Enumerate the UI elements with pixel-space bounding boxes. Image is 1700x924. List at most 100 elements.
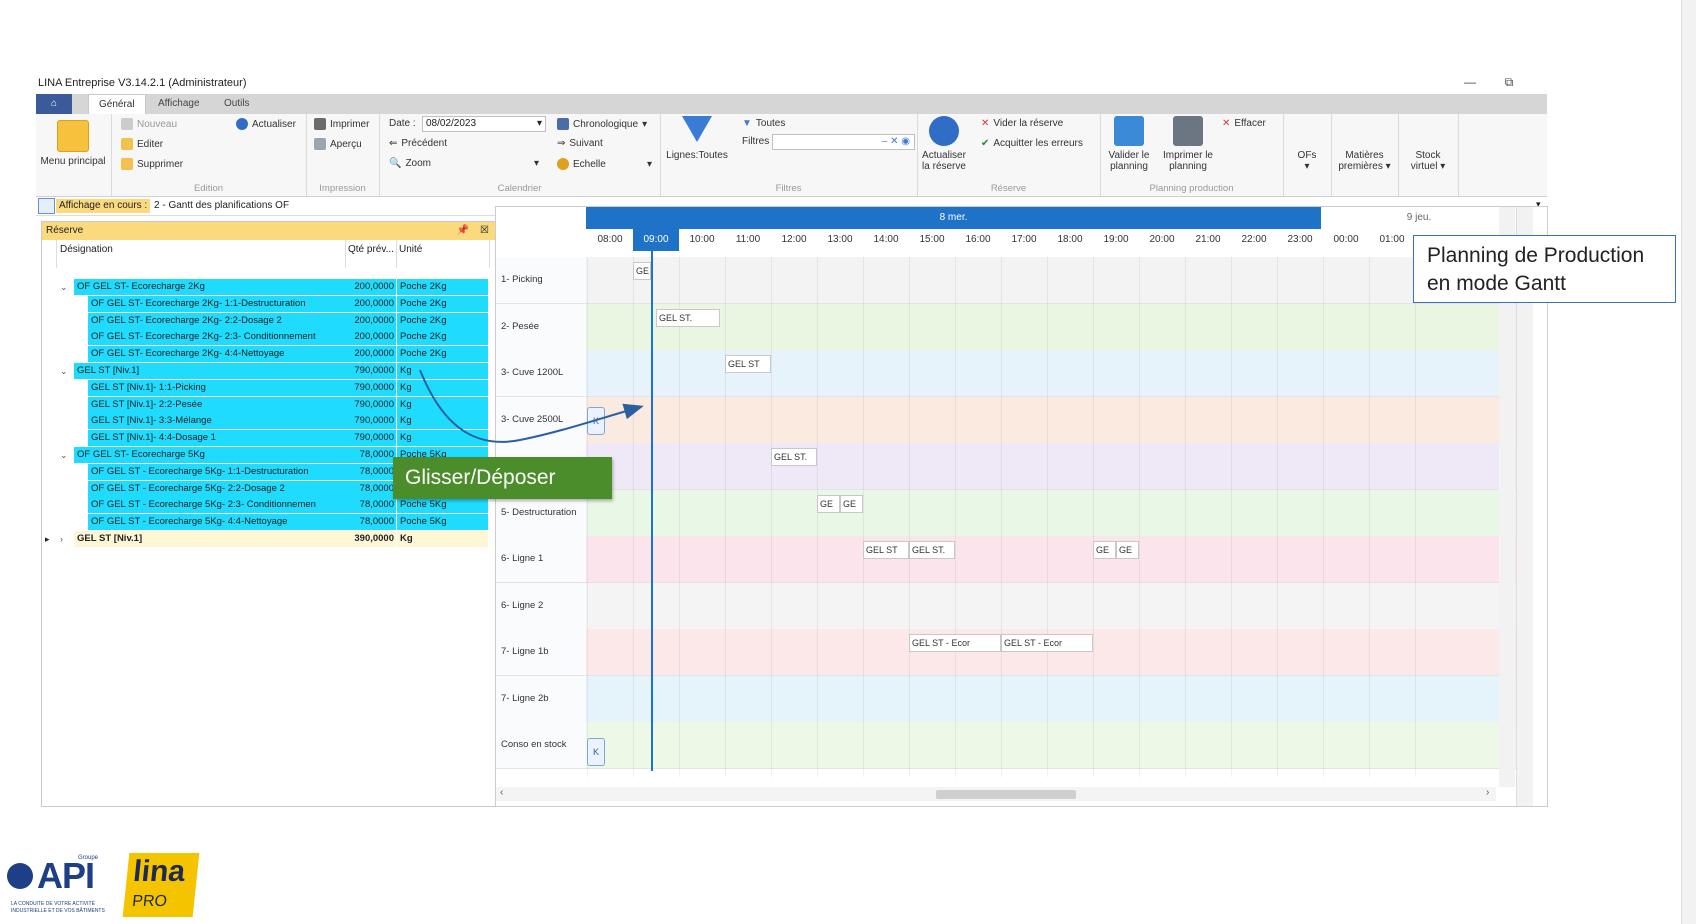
expand-icon[interactable] bbox=[60, 296, 74, 312]
home-tab[interactable]: ⌂ bbox=[36, 94, 72, 114]
editer-button[interactable]: Editer bbox=[121, 138, 163, 150]
gantt-task[interactable]: GEL ST. bbox=[656, 308, 721, 327]
echelle-button[interactable]: Echelle ▾ bbox=[557, 158, 652, 170]
affichage-value[interactable]: 2 - Gantt des planifications OF bbox=[154, 198, 289, 214]
lignes-filter-button[interactable]: Lignes:Toutes bbox=[664, 116, 730, 161]
gantt-lane[interactable]: 5- Destructuration˄˅ bbox=[496, 489, 1516, 537]
menu-principal-button[interactable]: Menu principal bbox=[38, 120, 108, 167]
col-unite[interactable]: Unité bbox=[396, 240, 490, 268]
imprimer-planning-button[interactable]: Imprimer le planning bbox=[1158, 116, 1218, 172]
chevron-right-icon[interactable]: › bbox=[1486, 787, 1489, 798]
tab-general[interactable]: Général bbox=[88, 94, 146, 115]
scroll-thumb[interactable] bbox=[936, 790, 1076, 799]
expand-icon[interactable]: › bbox=[60, 531, 74, 547]
expand-icon[interactable] bbox=[60, 430, 74, 446]
zoom-button[interactable]: 🔍 Zoom ▾ bbox=[389, 158, 539, 169]
gantt-task[interactable]: GE bbox=[840, 494, 863, 513]
gantt-lane[interactable]: ˄˅ bbox=[496, 443, 1516, 490]
expand-icon[interactable] bbox=[60, 313, 74, 329]
expand-icon[interactable] bbox=[60, 497, 74, 513]
close-icon[interactable]: ☒ bbox=[480, 222, 489, 240]
vider-reserve-button[interactable]: ✕ Vider la réserve bbox=[981, 118, 1063, 129]
effacer-button[interactable]: ✕ Effacer bbox=[1222, 118, 1266, 129]
valider-planning-button[interactable]: Valider le planning bbox=[1104, 116, 1154, 172]
tab-affichage[interactable]: Affichage bbox=[148, 94, 210, 114]
nouveau-button[interactable]: Nouveau bbox=[121, 118, 177, 130]
expand-icon[interactable] bbox=[60, 514, 74, 530]
expand-icon[interactable] bbox=[60, 481, 74, 497]
reserve-row[interactable]: GEL ST [Niv.1]- 2:2-Pesée 790,0000 Kg bbox=[42, 396, 495, 413]
minimize-button[interactable]: — bbox=[1455, 72, 1485, 92]
imprimer-button[interactable]: Imprimer bbox=[314, 118, 369, 130]
clear-filter-icon[interactable]: – ✕ ◉ bbox=[882, 135, 910, 149]
gantt-task[interactable]: GEL ST. bbox=[909, 541, 955, 559]
gantt-lane[interactable]: 3- Cuve 1200L˄˅ bbox=[496, 350, 1516, 397]
gantt-lane[interactable]: 3- Cuve 2500L˄˅ bbox=[496, 396, 1516, 444]
gantt-task[interactable]: GE bbox=[633, 262, 652, 280]
expand-icon[interactable] bbox=[60, 380, 74, 396]
reserve-row[interactable]: OF GEL ST - Ecorecharge 5Kg- 2:3- Condit… bbox=[42, 497, 495, 514]
funnel-icon bbox=[682, 116, 712, 142]
ofs-button[interactable]: OFs ▾ bbox=[1283, 150, 1331, 172]
pin-icon[interactable]: 📌 bbox=[457, 222, 469, 240]
suivant-button[interactable]: ⇒ Suivant bbox=[557, 138, 603, 149]
col-qte[interactable]: Qté prév... bbox=[345, 240, 397, 268]
tab-outils[interactable]: Outils bbox=[214, 94, 260, 114]
hour-label: 18:00 bbox=[1057, 234, 1083, 245]
actualiser-button[interactable]: Actualiser bbox=[236, 118, 296, 130]
horizontal-scrollbar[interactable]: ‹ › bbox=[496, 787, 1496, 801]
reserve-row[interactable]: OF GEL ST- Ecorecharge 2Kg- 4:4-Nettoyag… bbox=[42, 346, 495, 363]
expand-icon[interactable]: ⌄ bbox=[60, 363, 74, 379]
gantt-task[interactable]: GEL ST - Ecor bbox=[1001, 634, 1093, 652]
acquitter-button[interactable]: ✔ Acquitter les erreurs bbox=[981, 138, 1083, 149]
reserve-row[interactable]: ⌄ OF GEL ST- Ecorecharge 2Kg 200,0000 Poche… bbox=[42, 279, 495, 295]
reserve-row[interactable]: OF GEL ST- Ecorecharge 2Kg- 2:2-Dosage 2… bbox=[42, 312, 495, 329]
reserve-row[interactable]: OF GEL ST - Ecorecharge 5Kg- 4:4-Nettoya… bbox=[42, 514, 495, 531]
gantt-task[interactable]: GEL ST bbox=[863, 541, 909, 559]
lane-label: 7- Ligne 2b bbox=[501, 692, 549, 704]
gantt-task[interactable]: GEL ST. bbox=[771, 448, 817, 466]
expand-icon[interactable] bbox=[60, 346, 74, 362]
toutes-filter-button[interactable]: ▼ Toutes bbox=[742, 118, 785, 129]
reserve-row[interactable]: GEL ST [Niv.1]- 4:4-Dosage 1 790,0000 Kg bbox=[42, 430, 495, 447]
collapse-button[interactable]: K bbox=[587, 407, 605, 435]
gantt-lane[interactable]: 6- Ligne 2˄˅ bbox=[496, 582, 1516, 630]
filtres-input[interactable]: – ✕ ◉ bbox=[772, 134, 915, 150]
gantt-lane[interactable]: 6- Ligne 1˄˅ bbox=[496, 536, 1516, 583]
reserve-row[interactable]: ⌄ GEL ST [Niv.1] 790,0000 Kg bbox=[42, 363, 495, 379]
gantt-task[interactable]: GEL ST - Ecor bbox=[909, 634, 1001, 652]
matieres-button[interactable]: Matières premières ▾ bbox=[1331, 150, 1398, 172]
restore-button[interactable]: ⧉ bbox=[1494, 72, 1524, 92]
chevron-left-icon[interactable]: ‹ bbox=[500, 787, 503, 798]
gantt-lane[interactable]: 7- Ligne 2b˄˅ bbox=[496, 675, 1516, 723]
expand-icon[interactable] bbox=[60, 329, 74, 345]
reserve-row[interactable]: GEL ST [Niv.1]- 3:3-Mélange 790,0000 Kg bbox=[42, 413, 495, 430]
expand-icon[interactable] bbox=[60, 464, 74, 480]
gantt-task[interactable]: GE bbox=[817, 494, 840, 513]
lane-label: 2- Pesée bbox=[501, 320, 540, 332]
collapse-button[interactable]: K bbox=[587, 738, 605, 766]
reserve-row[interactable]: GEL ST [Niv.1]- 1:1-Picking 790,0000 Kg bbox=[42, 379, 495, 396]
expand-icon[interactable] bbox=[60, 397, 74, 413]
expand-icon[interactable]: ⌄ bbox=[60, 447, 74, 463]
col-designation[interactable]: Désignation bbox=[56, 240, 346, 268]
reserve-row[interactable]: › GEL ST [Niv.1] 390,0000 Kg ▸ bbox=[42, 531, 495, 547]
date-field[interactable]: 08/02/2023 ▾ bbox=[422, 116, 546, 132]
reserve-row[interactable]: OF GEL ST- Ecorecharge 2Kg- 1:1-Destruct… bbox=[42, 295, 495, 312]
expand-icon[interactable]: ⌄ bbox=[60, 279, 74, 295]
actualiser-reserve-button[interactable]: Actualiser la réserve bbox=[919, 116, 969, 172]
precedent-button[interactable]: ⇐ Précédent bbox=[389, 138, 447, 149]
reserve-row[interactable]: OF GEL ST- Ecorecharge 2Kg- 2:3- Conditi… bbox=[42, 329, 495, 346]
planning-callout-line-2: en mode Gantt bbox=[1427, 272, 1566, 295]
gantt-task[interactable]: GE bbox=[1093, 541, 1116, 559]
supprimer-button[interactable]: Supprimer bbox=[121, 158, 183, 170]
stock-virtuel-button[interactable]: Stock virtuel ▾ bbox=[1398, 150, 1458, 172]
apercu-button[interactable]: Aperçu bbox=[314, 138, 362, 150]
reserve-designation: GEL ST [Niv.1]- 1:1-Picking bbox=[88, 379, 345, 396]
gantt-task[interactable]: GEL ST bbox=[725, 355, 771, 373]
gantt-lane[interactable]: Conso en stock˄˅ bbox=[496, 722, 1516, 769]
gantt-lane[interactable]: 2- Pesée˄˅ bbox=[496, 303, 1516, 351]
gantt-task[interactable]: GE bbox=[1116, 541, 1139, 559]
expand-icon[interactable] bbox=[60, 413, 74, 429]
chronologique-button[interactable]: Chronologique ▾ bbox=[557, 118, 647, 130]
